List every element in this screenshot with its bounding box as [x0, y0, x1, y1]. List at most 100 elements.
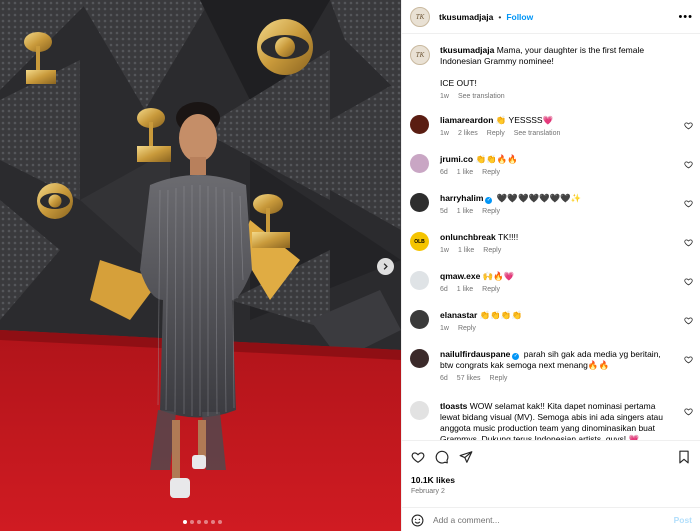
avatar[interactable]	[410, 271, 429, 290]
caption-username[interactable]: tkusumadjaja	[440, 45, 494, 55]
comment-text: 👏👏🔥🔥	[475, 154, 518, 164]
avatar-initials: TK	[415, 51, 425, 59]
comment-likes[interactable]: 1 like	[457, 167, 473, 178]
comment-username[interactable]: jrumi.co	[440, 154, 473, 164]
comment-username[interactable]: liamareardon	[440, 115, 493, 125]
comment-time: 1w	[440, 247, 449, 254]
reply-button[interactable]: Reply	[490, 373, 508, 384]
comment-text: 🙌🔥💗	[482, 271, 515, 281]
post-header: TK tkusumadjaja • Follow •••	[402, 0, 700, 34]
add-comment-bar: Post	[402, 507, 700, 531]
post-photo[interactable]	[0, 0, 401, 531]
comment-time: 6d	[440, 286, 448, 293]
bookmark-icon[interactable]	[677, 450, 691, 464]
carousel-dots	[183, 520, 222, 524]
avatar-initials: TK	[415, 12, 425, 21]
comment: harryhalim ✓ 🖤🖤🖤🖤🖤🖤🖤✨ 5d 1 like Reply	[410, 193, 695, 217]
caption-time: 1w	[440, 93, 449, 100]
comment-likes[interactable]: 57 likes	[457, 373, 481, 384]
heart-icon[interactable]	[684, 316, 693, 325]
comment-time: 1w	[440, 130, 449, 137]
add-comment-input[interactable]	[433, 515, 653, 525]
avatar[interactable]: OLB	[410, 232, 429, 251]
comment: jrumi.co 👏👏🔥🔥 6d 1 like Reply	[410, 154, 695, 178]
avatar[interactable]	[410, 154, 429, 173]
separator-dot: •	[498, 11, 502, 22]
heart-icon[interactable]	[684, 238, 693, 247]
verified-icon: ✓	[485, 196, 493, 204]
avatar[interactable]: TK	[410, 45, 430, 65]
comment: elanastar 👏👏👏👏 1w Reply	[410, 310, 695, 334]
comment-icon[interactable]	[435, 450, 449, 464]
avatar[interactable]	[410, 193, 429, 212]
avatar[interactable]	[410, 115, 429, 134]
carousel-dot	[197, 520, 201, 524]
likes-count[interactable]: 10.1K likes	[411, 475, 455, 485]
avatar-label: OLB	[414, 238, 425, 245]
comment: tloasts WOW selamat kak!! Kita dapet nom…	[410, 401, 695, 440]
chevron-right-icon	[383, 263, 388, 270]
carousel-dot	[218, 520, 222, 524]
avatar[interactable]	[410, 401, 429, 420]
avatar[interactable]: TK	[410, 6, 430, 27]
post-caption: TK tkusumadjaja Mama, your daughter is t…	[402, 35, 700, 102]
comment-likes[interactable]: 1 like	[457, 284, 473, 295]
heart-icon[interactable]	[684, 277, 693, 286]
reply-button[interactable]: Reply	[483, 245, 501, 256]
comment-username[interactable]: harryhalim	[440, 193, 483, 203]
comment-likes[interactable]: 2 likes	[458, 128, 478, 139]
comment-likes[interactable]: 1 like	[457, 206, 473, 217]
follow-button[interactable]: Follow	[506, 12, 533, 22]
reply-button[interactable]: Reply	[487, 128, 505, 139]
carousel-dot	[183, 520, 187, 524]
heart-icon[interactable]	[411, 450, 425, 464]
post-date: February 2	[411, 488, 445, 495]
heart-icon[interactable]	[684, 355, 693, 364]
comment-time: 1w	[440, 325, 449, 332]
post-side-panel: TK tkusumadjaja • Follow ••• TK tkusumad…	[401, 0, 700, 531]
carousel-dot	[204, 520, 208, 524]
more-icon[interactable]: •••	[678, 11, 693, 22]
heart-icon[interactable]	[684, 199, 693, 208]
red-carpet-photo	[0, 0, 401, 531]
comment-time: 5d	[440, 208, 448, 215]
comment-text: 👏👏👏👏	[479, 310, 523, 320]
comment: qmaw.exe 🙌🔥💗 6d 1 like Reply	[410, 271, 695, 295]
post-username[interactable]: tkusumadjaja	[439, 12, 493, 22]
comment-text: 🖤🖤🖤🖤🖤🖤🖤✨	[496, 193, 582, 203]
comment-username[interactable]: elanastar	[440, 310, 477, 320]
comment-text: TK!!!!	[497, 232, 519, 242]
comment-text: WOW selamat kak!! Kita dapet nominasi pe…	[440, 401, 664, 440]
carousel-dot	[211, 520, 215, 524]
avatar[interactable]	[410, 310, 429, 329]
heart-icon[interactable]	[684, 121, 693, 130]
emoji-icon[interactable]	[411, 514, 424, 527]
comment-username[interactable]: onlunchbreak	[440, 232, 496, 242]
verified-icon: ✓	[512, 352, 520, 360]
comment-time: 6d	[440, 169, 448, 176]
see-translation-link[interactable]: See translation	[458, 91, 505, 102]
reply-button[interactable]: Reply	[482, 284, 500, 295]
see-translation-link[interactable]: See translation	[514, 128, 561, 139]
comment: liamareardon 👏 YESSSS💗 1w 2 likes Reply See…	[410, 115, 695, 139]
post-actions: 10.1K likes February 2 Post	[402, 440, 700, 531]
caption-text-2: ICE OUT!	[440, 78, 477, 88]
reply-button[interactable]: Reply	[482, 167, 500, 178]
post-comment-button[interactable]: Post	[674, 515, 692, 525]
heart-icon[interactable]	[684, 160, 693, 169]
reply-button[interactable]: Reply	[458, 323, 476, 334]
comment-time: 6d	[440, 375, 448, 382]
next-slide-button[interactable]	[377, 258, 394, 275]
carousel-dot	[190, 520, 194, 524]
comment: nailulfirdauspane ✓ parah sih gak ada med…	[410, 349, 695, 384]
comment-username[interactable]: qmaw.exe	[440, 271, 480, 281]
comment-likes[interactable]: 1 like	[458, 245, 474, 256]
comment: OLB onlunchbreak TK!!!! 1w 1 like Reply	[410, 232, 695, 256]
share-icon[interactable]	[459, 450, 473, 464]
comment-username[interactable]: tloasts	[440, 401, 467, 411]
reply-button[interactable]: Reply	[482, 206, 500, 217]
avatar[interactable]	[410, 349, 429, 368]
comments-scroll-area[interactable]: TK tkusumadjaja Mama, your daughter is t…	[402, 35, 700, 440]
comment-username[interactable]: nailulfirdauspane	[440, 349, 510, 359]
heart-icon[interactable]	[684, 407, 693, 416]
